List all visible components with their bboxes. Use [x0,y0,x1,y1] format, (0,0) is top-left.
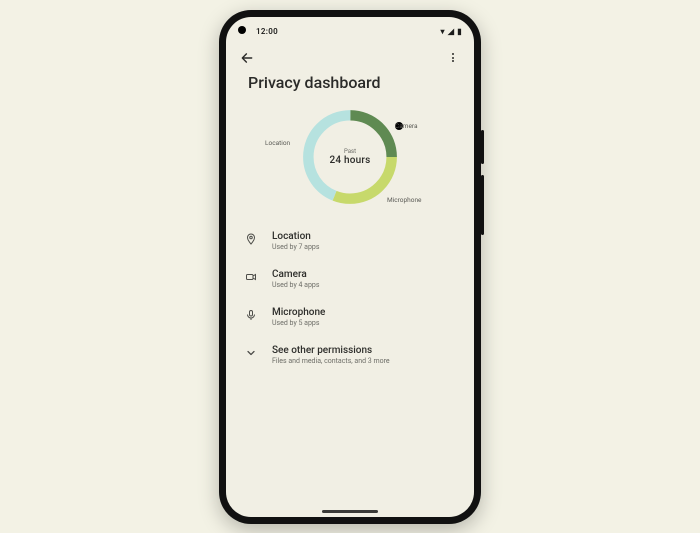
list-title: Camera [272,269,319,280]
gesture-handle[interactable] [322,510,378,513]
donut-label-location: Location [265,139,290,147]
page-title: Privacy dashboard [226,69,474,100]
power-button[interactable] [481,130,484,164]
list-title: Location [272,231,319,242]
app-bar [226,41,474,69]
list-subtitle: Used by 5 apps [272,319,325,327]
status-bar: 12:00 ▾ ◢ ▮ [226,17,474,41]
donut-label-microphone: Microphone [387,196,421,204]
wifi-icon: ▾ [441,28,445,36]
list-item-microphone[interactable]: Microphone Used by 5 apps [244,302,456,332]
list-title: See other permissions [272,345,390,356]
list-subtitle: Files and media, contacts, and 3 more [272,357,390,365]
usage-donut-chart: Camera Microphone Location Past 24 hours [295,102,405,212]
list-subtitle: Used by 4 apps [272,281,319,289]
donut-label-camera: Camera [395,122,403,130]
status-icons: ▾ ◢ ▮ [441,28,462,36]
camera-icon [244,269,258,283]
list-item-other-permissions[interactable]: See other permissions Files and media, c… [244,340,456,370]
signal-icon: ◢ [448,28,454,36]
permission-list: Location Used by 7 apps Camera Used by 4… [226,218,474,370]
battery-icon: ▮ [457,28,462,36]
microphone-icon [244,307,258,321]
volume-button[interactable] [481,175,484,235]
list-subtitle: Used by 7 apps [272,243,319,251]
list-item-location[interactable]: Location Used by 7 apps [244,226,456,256]
phone-frame: 12:00 ▾ ◢ ▮ Privacy dashboard Camera Mic… [219,10,481,524]
chevron-down-icon [244,345,258,359]
list-title: Microphone [272,307,325,318]
screen: 12:00 ▾ ◢ ▮ Privacy dashboard Camera Mic… [226,17,474,517]
list-item-camera[interactable]: Camera Used by 4 apps [244,264,456,294]
back-icon[interactable] [240,51,254,65]
location-icon [244,231,258,245]
more-icon[interactable] [446,51,460,65]
front-camera [238,26,246,34]
